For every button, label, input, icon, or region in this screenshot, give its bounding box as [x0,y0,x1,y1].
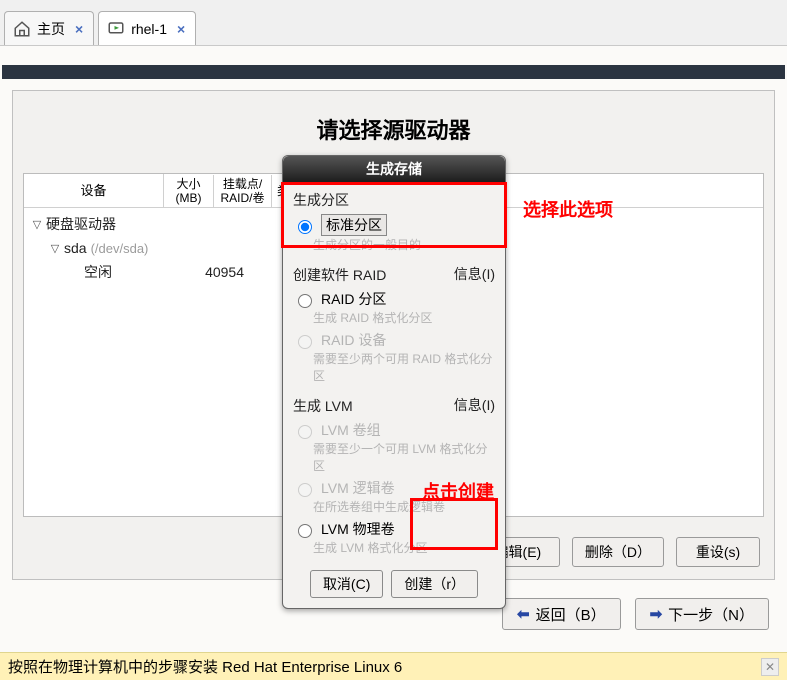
arrow-left-icon: ⬅ [517,605,530,623]
next-button[interactable]: ➡ 下一步（N） [635,598,769,630]
option-desc: 生成 RAID 格式化分区 [313,309,495,326]
app-tabbar: 主页 × rhel-1 × [0,0,787,46]
close-icon[interactable]: ✕ [761,658,779,676]
radio-label: RAID 设备 [321,330,386,350]
radio-label: LVM 逻辑卷 [321,478,395,498]
option-desc: 需要至少两个可用 RAID 格式化分区 [313,350,495,384]
option-desc: 生成 LVM 格式化分区 [313,539,495,556]
close-icon[interactable]: × [177,21,185,37]
tab-home[interactable]: 主页 × [4,11,94,45]
section-create-partition: 生成分区 [293,190,495,210]
radio-lvm-vg: LVM 卷组 [293,420,495,440]
btn-label: 下一步（N） [668,604,754,625]
radio-raid-device: RAID 设备 [293,330,495,350]
cancel-button[interactable]: 取消(C) [310,570,383,598]
dialog-body: 生成分区 标准分区 生成分区的一般目的 创建软件 RAID 信息(I) RAID… [283,182,505,608]
tab-vm[interactable]: rhel-1 × [98,11,196,45]
radio-raid-partition[interactable]: RAID 分区 [293,289,495,309]
tree-size: 40954 [194,264,244,280]
hint-bar: 按照在物理计算机中的步骤安装 Red Hat Enterprise Linux … [0,652,787,680]
info-link[interactable]: 信息(I) [454,264,495,284]
radio-input [298,425,312,439]
tree-label: 空闲 [84,262,176,282]
btn-label: 删除（D） [585,542,651,562]
hint-text: 按照在物理计算机中的步骤安装 Red Hat Enterprise Linux … [8,656,402,677]
option-desc: 生成分区的一般目的 [313,236,495,253]
create-button[interactable]: 创建（r） [391,570,478,598]
back-button[interactable]: ⬅ 返回（B） [502,598,621,630]
btn-label: 取消(C) [323,574,370,594]
col-mount[interactable]: 挂载点/ RAID/卷 [214,175,272,207]
collapse-icon[interactable]: ▽ [30,218,44,231]
radio-label: LVM 卷组 [321,420,381,440]
installer-header-band [2,65,785,79]
col-size[interactable]: 大小 (MB) [164,175,214,207]
tab-home-label: 主页 [37,19,65,39]
info-link[interactable]: 信息(I) [454,395,495,415]
section-raid: 创建软件 RAID [293,265,386,285]
arrow-right-icon: ➡ [650,605,663,623]
tab-vm-label: rhel-1 [131,21,167,37]
section-lvm: 生成 LVM [293,396,353,416]
partition-action-buttons: 编辑(E) 删除（D） 重设(s) [476,537,760,567]
monitor-play-icon [107,20,125,38]
radio-lvm-pv[interactable]: LVM 物理卷 [293,519,495,539]
dialog-title: 生成存储 [283,156,505,182]
reset-button[interactable]: 重设(s) [676,537,760,567]
tree-label: 硬盘驱动器 [46,214,176,234]
create-storage-dialog: 生成存储 生成分区 标准分区 生成分区的一般目的 创建软件 RAID 信息(I)… [282,155,506,609]
radio-input[interactable] [298,220,312,234]
radio-label: 标准分区 [321,214,387,236]
close-icon[interactable]: × [75,21,83,37]
btn-label: 创建（r） [404,574,465,594]
page-title: 请选择源驱动器 [13,113,774,145]
tree-label: sda [64,240,87,256]
col-device[interactable]: 设备 [24,174,164,207]
home-icon [13,20,31,38]
annotation-text: 选择此选项 [523,196,613,222]
dialog-buttons: 取消(C) 创建（r） [293,570,495,598]
btn-label: 重设(s) [696,542,740,562]
radio-standard-partition[interactable]: 标准分区 [293,214,495,236]
delete-button[interactable]: 删除（D） [572,537,664,567]
annotation-text: 点击创建 [422,478,494,504]
radio-label: LVM 物理卷 [321,519,395,539]
btn-label: 返回（B） [536,604,606,625]
radio-input [298,483,312,497]
radio-label: RAID 分区 [321,289,386,309]
option-desc: 需要至少一个可用 LVM 格式化分区 [313,440,495,474]
collapse-icon[interactable]: ▽ [48,242,62,255]
tree-path: (/dev/sda) [91,241,149,256]
radio-input [298,335,312,349]
radio-input[interactable] [298,294,312,308]
radio-input[interactable] [298,524,312,538]
